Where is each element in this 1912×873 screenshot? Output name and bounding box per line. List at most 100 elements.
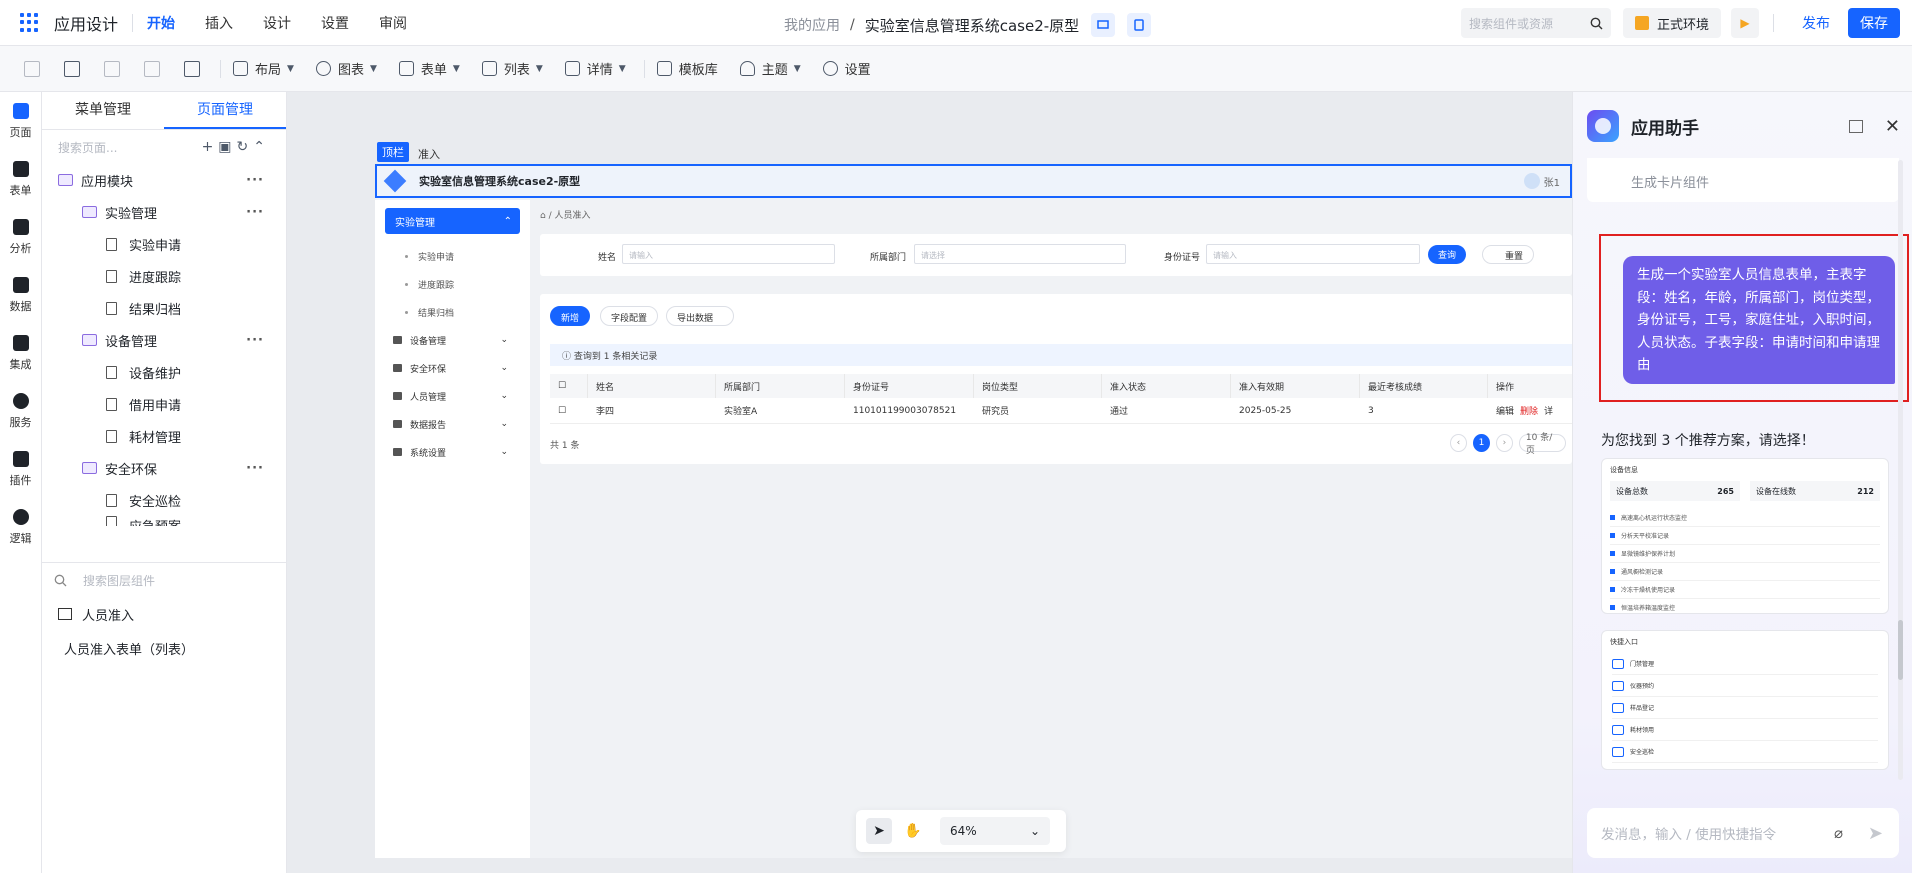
toolbar-list[interactable]: 列表 ▼ xyxy=(481,59,543,78)
store-icon[interactable] xyxy=(184,60,200,77)
tree-page[interactable]: 借用申请 xyxy=(42,388,286,420)
assistant-scrollbar[interactable] xyxy=(1898,160,1903,780)
tree-page[interactable]: 应急预案 xyxy=(42,516,286,526)
delete-link[interactable]: 删除 xyxy=(1520,404,1538,417)
preview-menu-item[interactable]: 安全环保 ⌄ xyxy=(375,354,530,382)
publish-button[interactable]: 发布 xyxy=(1802,13,1830,33)
eraser-icon[interactable] xyxy=(144,60,160,77)
filter-reset-button[interactable]: 重置 xyxy=(1482,245,1535,264)
more-icon[interactable]: ··· xyxy=(246,205,264,220)
tree-page[interactable]: 安全巡检 xyxy=(42,484,286,516)
toolbar-detail[interactable]: 详情 ▼ xyxy=(564,59,626,78)
menu-tab-settings[interactable]: 设置 xyxy=(321,13,349,33)
preview-menu-item[interactable]: 人员管理 ⌄ xyxy=(375,382,530,410)
preview-menu-active[interactable]: 实验管理 ⌃ xyxy=(385,208,520,234)
history-icon[interactable] xyxy=(1848,120,1863,133)
table-header-cell[interactable]: 最近考核成绩 xyxy=(1360,374,1488,398)
close-icon[interactable]: ✕ xyxy=(1885,116,1900,137)
table-header-cell[interactable]: 身份证号 xyxy=(845,374,974,398)
preview-menu-item[interactable]: 系统设置 ⌄ xyxy=(375,438,530,466)
pointer-tool-icon[interactable]: ➤ xyxy=(866,818,892,844)
tree-root[interactable]: 应用模块 ··· xyxy=(42,164,286,196)
preview-submenu[interactable]: 实验申请 xyxy=(375,242,530,270)
preview-play-button[interactable]: ▶ xyxy=(1731,8,1759,38)
table-header-cell[interactable]: 准入有效期 xyxy=(1231,374,1360,398)
preview-submenu[interactable]: 进度跟踪 xyxy=(375,270,530,298)
rail-item-plugins[interactable]: 插件 xyxy=(0,440,41,498)
zoom-select[interactable]: 64% ⌄ xyxy=(940,817,1050,845)
desktop-preview-icon[interactable] xyxy=(1091,13,1116,37)
copy-icon[interactable] xyxy=(24,60,40,77)
page-number[interactable]: 1 xyxy=(1472,434,1490,452)
menu-tab-start[interactable]: 开始 xyxy=(147,13,175,33)
detail-link[interactable]: 详 xyxy=(1544,404,1553,417)
rail-item-logic[interactable]: 逻辑 xyxy=(0,498,41,556)
filter-query-button[interactable]: 查询 xyxy=(1428,245,1467,264)
toolbar-layout[interactable]: 布局 ▼ xyxy=(233,59,294,78)
scrollbar-thumb[interactable] xyxy=(1898,620,1903,680)
preview-header[interactable]: 实验室信息管理系统case2-原型 张1 xyxy=(375,164,1572,198)
more-icon[interactable]: ··· xyxy=(246,173,264,188)
tree-group[interactable]: 设备管理 ··· xyxy=(42,324,286,356)
send-icon[interactable]: ➤ xyxy=(1868,823,1883,844)
table-header-cell[interactable]: 姓名 xyxy=(588,374,716,398)
tab-menu-management[interactable]: 菜单管理 xyxy=(42,92,164,129)
page-size-select[interactable]: 10 条/页 xyxy=(1518,433,1566,456)
selected-component-tag[interactable]: 顶栏 xyxy=(377,142,409,162)
rail-item-pages[interactable]: 页面 xyxy=(0,92,41,150)
filter-dept-select[interactable]: 请选择 xyxy=(914,244,1126,264)
hand-tool-icon[interactable]: ✋ xyxy=(900,818,926,844)
preview-menu-item[interactable]: 数据报告 ⌄ xyxy=(375,410,530,438)
assistant-message-input[interactable]: 发消息，输入 / 使用快捷指令 ⌀ ➤ xyxy=(1587,808,1899,858)
tree-page[interactable]: 耗材管理 xyxy=(42,420,286,452)
more-icon[interactable]: ··· xyxy=(246,333,264,348)
preview-user[interactable]: 张1 xyxy=(1523,173,1560,189)
tree-group[interactable]: 实验管理 ··· xyxy=(42,196,286,228)
rail-item-data[interactable]: 数据 xyxy=(0,266,41,324)
apps-grid-icon[interactable] xyxy=(20,12,40,33)
page-search-input[interactable]: 搜索页面... +▣↻⌃ xyxy=(42,130,286,164)
table-header-cell[interactable]: 准入状态 xyxy=(1102,374,1231,398)
checkbox[interactable]: ☐ xyxy=(550,398,588,423)
save-button[interactable]: 保存 xyxy=(1848,8,1900,38)
table-export-button[interactable]: 导出数据 xyxy=(666,306,735,326)
layer-search-input[interactable]: 搜索图层组件 xyxy=(42,563,287,597)
more-icon[interactable]: ··· xyxy=(246,461,264,476)
delete-icon[interactable] xyxy=(104,60,120,77)
table-header-cell[interactable]: 岗位类型 xyxy=(974,374,1102,398)
filter-name-input[interactable]: 请输入 xyxy=(622,244,835,264)
paperclip-icon[interactable]: ⌀ xyxy=(1834,824,1843,842)
recommendation-card-2[interactable]: 快捷入口 门禁管理 仪器预约 样品登记 耗材领用 安全巡检 xyxy=(1601,630,1889,770)
tree-page[interactable]: 实验申请 xyxy=(42,228,286,260)
menu-tab-design[interactable]: 设计 xyxy=(263,13,291,33)
environment-selector[interactable]: 正式环境 xyxy=(1622,8,1721,38)
edit-link[interactable]: 编辑 xyxy=(1496,404,1514,417)
tab-page-management[interactable]: 页面管理 xyxy=(164,92,286,129)
checkbox[interactable]: ☐ xyxy=(550,374,588,398)
toolbar-theme[interactable]: 主题 ▼ xyxy=(739,59,801,78)
menu-tab-insert[interactable]: 插入 xyxy=(205,13,233,33)
tree-page[interactable]: 结果归档 xyxy=(42,292,286,324)
toolbar-chart[interactable]: 图表 ▼ xyxy=(315,59,377,78)
toolbar-form[interactable]: 表单 ▼ xyxy=(398,59,460,78)
table-field-config-button[interactable]: 字段配置 xyxy=(600,306,659,326)
preview-menu-item[interactable]: 设备管理 ⌄ xyxy=(375,326,530,354)
mobile-preview-icon[interactable] xyxy=(1127,13,1152,37)
table-row[interactable]: ☐ 李四 实验室A 110101199003078521 研究员 通过 2025… xyxy=(550,398,1572,424)
rail-item-analytics[interactable]: 分析 xyxy=(0,208,41,266)
prev-page-button[interactable]: ‹ xyxy=(1450,434,1467,452)
rail-item-forms[interactable]: 表单 xyxy=(0,150,41,208)
preview-submenu[interactable]: 结果归档 xyxy=(375,298,530,326)
previous-suggestion-item[interactable]: 生成卡片组件 xyxy=(1631,176,1709,191)
tree-group[interactable]: 安全环保 ··· xyxy=(42,452,286,484)
next-page-button[interactable]: › xyxy=(1495,434,1513,452)
tree-page[interactable]: 设备维护 xyxy=(42,356,286,388)
filter-id-input[interactable]: 请输入 xyxy=(1206,244,1420,264)
layer-component[interactable]: 人员准入表单（列表） xyxy=(42,631,287,665)
layer-page[interactable]: 人员准入 xyxy=(42,597,287,631)
toolbar-template-library[interactable]: 模板库 xyxy=(656,59,718,78)
rail-item-services[interactable]: 服务 xyxy=(0,382,41,440)
component-search-input[interactable]: 搜索组件或资源 xyxy=(1460,8,1611,38)
rail-item-integration[interactable]: 集成 xyxy=(0,324,41,382)
tree-actions[interactable]: +▣↻⌃ xyxy=(202,139,270,155)
